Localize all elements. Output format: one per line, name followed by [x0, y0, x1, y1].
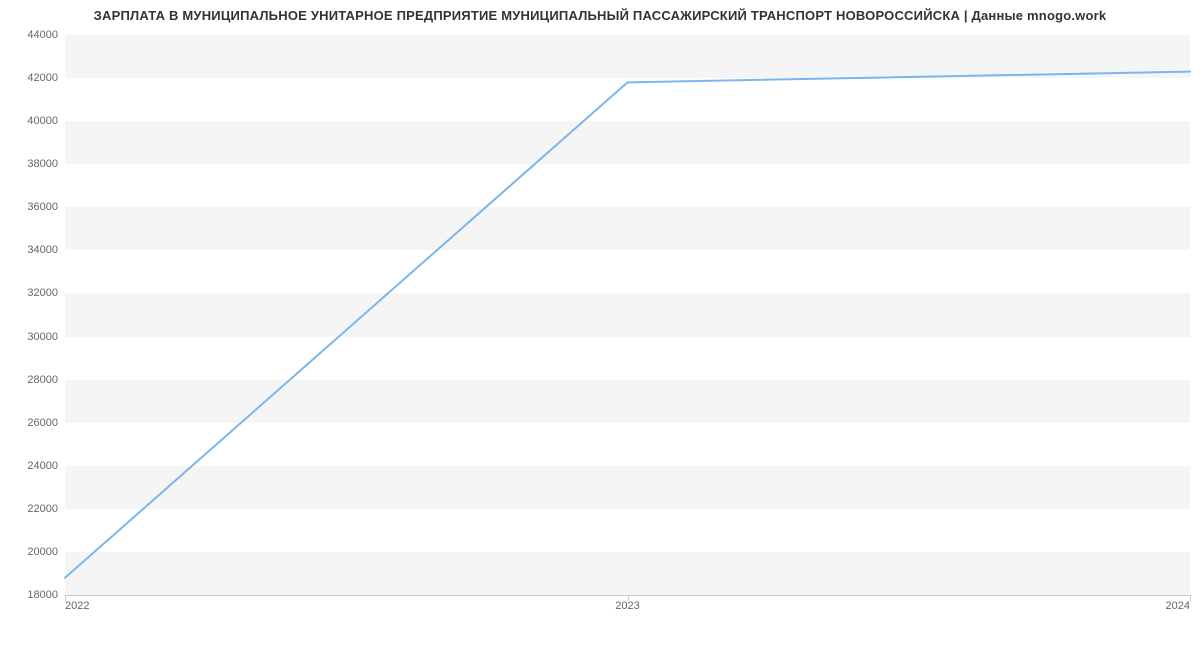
- y-tick-label: 44000: [8, 29, 58, 41]
- y-tick-label: 32000: [8, 287, 58, 299]
- y-tick-label: 20000: [8, 546, 58, 558]
- y-tick-label: 38000: [8, 158, 58, 170]
- y-tick-label: 26000: [8, 417, 58, 429]
- y-tick-label: 24000: [8, 460, 58, 472]
- y-tick-label: 28000: [8, 374, 58, 386]
- y-tick-label: 18000: [8, 589, 58, 601]
- y-tick-label: 30000: [8, 331, 58, 343]
- x-tick-label: 2023: [613, 600, 643, 612]
- y-tick-label: 36000: [8, 201, 58, 213]
- line-series: [65, 35, 1190, 595]
- y-tick-label: 42000: [8, 72, 58, 84]
- y-tick-label: 40000: [8, 115, 58, 127]
- chart-container: ЗАРПЛАТА В МУНИЦИПАЛЬНОЕ УНИТАРНОЕ ПРЕДП…: [0, 0, 1200, 650]
- chart-title: ЗАРПЛАТА В МУНИЦИПАЛЬНОЕ УНИТАРНОЕ ПРЕДП…: [0, 8, 1200, 23]
- x-tick-label: 2024: [1160, 600, 1190, 612]
- y-tick-label: 34000: [8, 244, 58, 256]
- series-line: [65, 72, 1190, 578]
- x-tick: [1190, 595, 1191, 601]
- plot-area: [65, 35, 1190, 596]
- y-tick-label: 22000: [8, 503, 58, 515]
- x-tick-label: 2022: [65, 600, 89, 612]
